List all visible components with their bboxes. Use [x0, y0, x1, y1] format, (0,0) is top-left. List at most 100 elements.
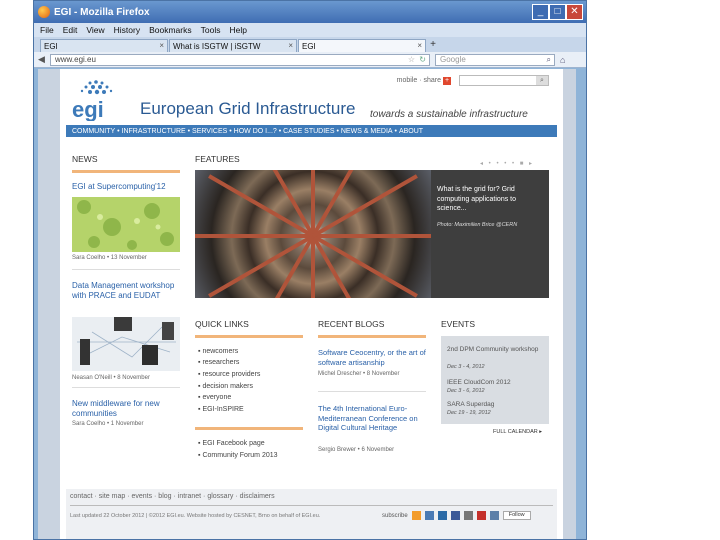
menu-edit[interactable]: Edit [63, 25, 78, 35]
quick-link-label: EGI-InSPIRE [202, 406, 244, 413]
share-plus-icon[interactable]: + [443, 76, 451, 85]
site-name[interactable]: European Grid Infrastructure [140, 99, 355, 119]
menu-view[interactable]: View [86, 25, 104, 35]
minimize-button[interactable]: _ [532, 4, 549, 20]
search-placeholder: Google [440, 55, 466, 64]
events-heading: EVENTS [441, 319, 476, 329]
close-button[interactable]: ✕ [566, 4, 583, 20]
bookmark-star-icon[interactable]: ☆ [408, 55, 415, 64]
quick-link-resource-providers[interactable]: ▪ resource providers [198, 369, 260, 381]
youtube-icon[interactable] [476, 511, 486, 520]
quick-links-divider-2 [195, 427, 303, 430]
quick-link-label: EGI Facebook page [202, 440, 265, 447]
twitter-icon[interactable] [424, 511, 434, 520]
close-tab-icon[interactable]: × [159, 41, 164, 50]
nav-case-studies[interactable]: CASE STUDIES [283, 128, 334, 135]
blog-item-title[interactable]: The 4th International Euro-Mediterranean… [318, 404, 430, 433]
tab-egi-1[interactable]: EGI × [40, 39, 168, 52]
nav-services[interactable]: SERVICES [192, 128, 227, 135]
quick-link-facebook[interactable]: ▪ EGI Facebook page [198, 438, 265, 450]
blog-item-title[interactable]: Software Ceocentry, or the art of softwa… [318, 348, 430, 367]
tab-egi-active[interactable]: EGI × [298, 39, 426, 52]
navigation-bar: ◀ www.egi.eu ☆ ↻ Google ⌕ ⌂ [34, 52, 586, 68]
rss-icon[interactable] [411, 511, 421, 520]
quick-link-label: decision makers [202, 383, 254, 390]
recent-blogs-heading: RECENT BLOGS [318, 319, 385, 329]
maximize-button[interactable]: □ [549, 4, 566, 20]
menu-bookmarks[interactable]: Bookmarks [149, 25, 192, 35]
close-tab-icon[interactable]: × [417, 41, 422, 50]
quick-link-label: resource providers [202, 371, 261, 378]
tab-label: EGI [44, 41, 58, 51]
url-text: www.egi.eu [55, 55, 96, 64]
event-title[interactable]: 2nd DPM Community workshop [447, 346, 543, 354]
share-link[interactable]: share [423, 77, 441, 84]
quick-link-everyone[interactable]: ▪ everyone [198, 392, 231, 404]
mobile-link[interactable]: mobile [397, 77, 418, 84]
quick-link-newcomers[interactable]: ▪ newcomers [198, 346, 238, 358]
event-title[interactable]: IEEE CloudCom 2012 [447, 379, 543, 387]
quick-links-divider [195, 335, 303, 338]
full-calendar-link[interactable]: FULL CALENDAR ▸ [493, 429, 542, 435]
tab-bar: EGI × What is ISGTW | iSGTW × EGI × + [34, 37, 586, 52]
feature-carousel-dots[interactable]: ◂ • • • • ■ ▸ [480, 160, 534, 167]
subscribe-bar: subscribe Follow [382, 511, 531, 520]
nav-infrastructure[interactable]: INFRASTRUCTURE [122, 128, 186, 135]
quick-link-egi-inspire[interactable]: ▪ EGI-InSPIRE [198, 404, 244, 416]
news-heading: NEWS [72, 154, 98, 164]
flickr-icon[interactable] [489, 511, 499, 520]
tab-label: EGI [302, 41, 316, 51]
news-divider [72, 170, 180, 173]
event-title[interactable]: SARA Superdag [447, 401, 543, 409]
search-input[interactable]: Google ⌕ [435, 53, 555, 66]
news-thumbnail-servers[interactable] [72, 317, 180, 371]
quick-link-researchers[interactable]: ▪ researchers [198, 357, 239, 369]
features-heading: FEATURES [195, 154, 240, 164]
quick-link-community-forum[interactable]: ▪ Community Forum 2013 [198, 450, 278, 462]
feature-slide[interactable]: What is the grid for? Grid computing app… [195, 170, 549, 298]
news-item-meta: Neasan O'Neill • 8 November [72, 375, 150, 381]
home-icon[interactable]: ⌂ [560, 55, 565, 65]
email-icon[interactable] [463, 511, 473, 520]
site-search-icon[interactable]: ⌕ [536, 76, 548, 85]
footer-links[interactable]: contact · site map · events · blog · int… [70, 493, 275, 500]
linkedin-icon[interactable] [437, 511, 447, 520]
quick-link-label: newcomers [202, 348, 239, 355]
feature-credit: Photo: Maximilien Brice @CERN [437, 222, 518, 228]
news-thumbnail-supercomputing[interactable] [72, 197, 180, 252]
news-item-meta: Sara Coelho • 13 November [72, 255, 147, 261]
news-item-meta: Sara Coelho • 1 November [72, 421, 144, 427]
tab-isgtw[interactable]: What is ISGTW | iSGTW × [169, 39, 297, 52]
egi-logo[interactable]: egi [70, 79, 126, 121]
new-tab-button[interactable]: + [427, 39, 439, 52]
follow-button[interactable]: Follow [502, 511, 531, 520]
menu-history[interactable]: History [114, 25, 140, 35]
egi-webpage: mobile · share + ⌕ egi European Grid Inf… [60, 69, 563, 539]
url-bar[interactable]: www.egi.eu ☆ ↻ [50, 53, 430, 66]
nav-about[interactable]: ABOUT [399, 128, 423, 135]
nav-community[interactable]: COMMUNITY [72, 128, 115, 135]
title-bar[interactable]: EGI - Mozilla Firefox [34, 1, 586, 23]
site-search-input[interactable]: ⌕ [459, 75, 549, 86]
blog-item-meta: Sergio Brewer • 6 November [318, 447, 395, 453]
event-date: Dec 3 - 6, 2012 [447, 388, 485, 394]
search-icon[interactable]: ⌕ [547, 55, 551, 65]
quick-links-heading: QUICK LINKS [195, 319, 249, 329]
menu-tools[interactable]: Tools [201, 25, 221, 35]
events-panel: 2nd DPM Community workshop Dec 3 - 4, 20… [441, 336, 549, 424]
svg-text:egi: egi [72, 97, 104, 121]
news-item-title[interactable]: New middleware for new communities [72, 399, 182, 419]
news-item-title[interactable]: EGI at Supercomputing'12 [72, 182, 182, 192]
reload-icon[interactable]: ↻ [419, 55, 426, 64]
back-icon[interactable]: ◀ [38, 54, 50, 65]
menu-file[interactable]: File [40, 25, 54, 35]
nav-news-media[interactable]: NEWS & MEDIA [341, 128, 393, 135]
close-tab-icon[interactable]: × [288, 41, 293, 50]
quick-link-decision-makers[interactable]: ▪ decision makers [198, 381, 253, 393]
feature-text[interactable]: What is the grid for? Grid computing app… [437, 185, 547, 214]
news-item-title[interactable]: Data Management workshop with PRACE and … [72, 281, 182, 301]
browser-window: EGI - Mozilla Firefox _ □ ✕ File Edit Vi… [33, 0, 587, 540]
facebook-icon[interactable] [450, 511, 460, 520]
nav-how-do-i[interactable]: HOW DO I...? [234, 128, 277, 135]
menu-help[interactable]: Help [229, 25, 246, 35]
